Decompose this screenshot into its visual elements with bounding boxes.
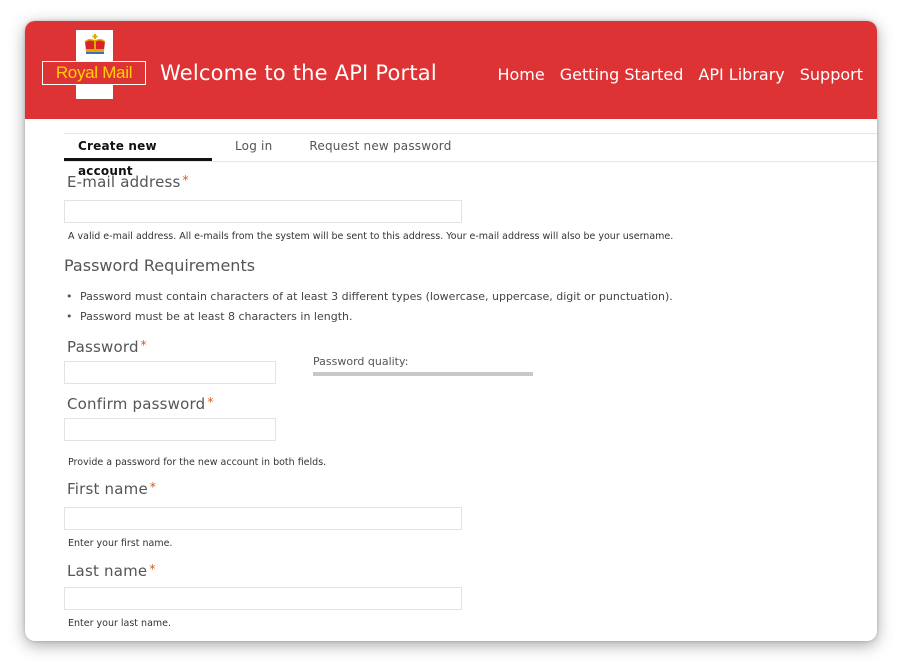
password-quality-bar — [313, 372, 533, 376]
site-header: Royal Mail Welcome to the API Portal Hom… — [25, 21, 877, 119]
required-marker: * — [149, 480, 157, 494]
required-marker: * — [207, 395, 214, 409]
confirm-password-label: Confirm password * — [67, 395, 214, 413]
first-name-label-text: First name — [67, 480, 148, 498]
crown-icon — [84, 34, 106, 54]
tab-request-new-password[interactable]: Request new password — [295, 134, 465, 161]
password-requirements-list: • Password must contain characters of at … — [66, 289, 673, 329]
email-input[interactable] — [64, 200, 462, 223]
email-description: A valid e-mail address. All e-mails from… — [68, 231, 674, 242]
email-label-text: E-mail address — [67, 173, 181, 191]
required-marker: * — [149, 562, 156, 576]
confirm-password-description: Provide a password for the new account i… — [68, 457, 327, 468]
first-name-label: First name * — [67, 480, 156, 498]
list-item: • Password must contain characters of at … — [66, 289, 673, 309]
logo-text: Royal Mail — [55, 63, 133, 82]
password-input[interactable] — [64, 361, 276, 384]
site-title: Welcome to the API Portal — [160, 61, 437, 85]
nav-home[interactable]: Home — [497, 65, 544, 84]
nav-api-library[interactable]: API Library — [698, 65, 784, 84]
confirm-password-input[interactable] — [64, 418, 276, 441]
password-label: Password * — [67, 338, 147, 356]
main-nav: Home Getting Started API Library Support — [497, 65, 863, 84]
account-tabs: Create new account Log in Request new pa… — [64, 133, 877, 178]
required-marker: * — [140, 338, 147, 352]
logo-badge: Royal Mail — [42, 61, 146, 85]
nav-getting-started[interactable]: Getting Started — [560, 65, 684, 84]
last-name-label: Last name * — [67, 562, 156, 580]
last-name-description: Enter your last name. — [68, 618, 172, 629]
password-requirements-title: Password Requirements — [64, 256, 256, 275]
royal-mail-logo[interactable]: Royal Mail — [42, 30, 148, 99]
required-marker: * — [182, 173, 189, 187]
confirm-password-label-text: Confirm password — [67, 395, 206, 413]
bullet: • — [66, 310, 73, 323]
browser-window: Royal Mail Welcome to the API Portal Hom… — [25, 21, 877, 641]
list-item: • Password must be at least 8 characters … — [66, 309, 673, 329]
password-label-text: Password — [67, 338, 139, 356]
bullet: • — [66, 290, 73, 303]
last-name-input[interactable] — [64, 587, 462, 610]
last-name-label-text: Last name — [67, 562, 148, 580]
tab-create-new-account[interactable]: Create new account — [64, 134, 212, 178]
first-name-input[interactable] — [64, 507, 462, 530]
nav-support[interactable]: Support — [800, 65, 863, 84]
password-quality-label: Password quality: — [313, 355, 409, 368]
requirement-text: Password must contain characters of at l… — [80, 290, 673, 303]
first-name-description: Enter your first name. — [68, 538, 173, 549]
requirement-text: Password must be at least 8 characters i… — [80, 310, 353, 323]
email-label: E-mail address * — [67, 173, 189, 191]
tab-log-in[interactable]: Log in — [221, 134, 286, 161]
